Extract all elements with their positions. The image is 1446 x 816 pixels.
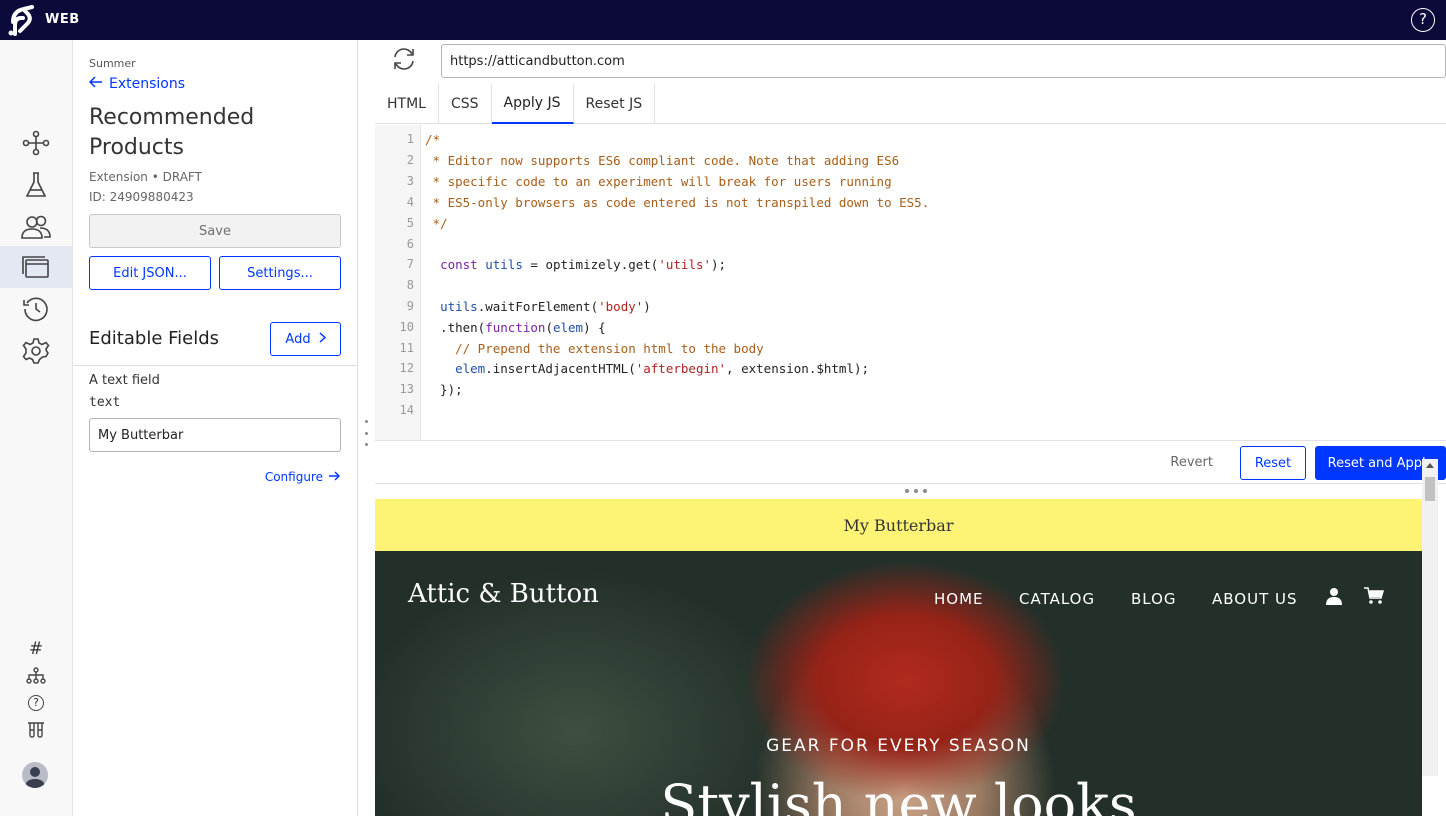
divider: [73, 365, 357, 366]
line-number: 4: [406, 195, 414, 209]
site-logo[interactable]: Attic & Button: [408, 579, 599, 609]
configure-link[interactable]: Configure: [265, 470, 340, 484]
line-number: 14: [399, 403, 414, 417]
product-name: WEB: [45, 12, 80, 27]
hash-icon[interactable]: #: [0, 638, 72, 660]
code-line: * ES5-only browsers as code entered is n…: [425, 195, 930, 210]
revert-button[interactable]: Revert: [1170, 455, 1213, 470]
line-number: 13: [399, 382, 414, 396]
extension-id: ID: 24909880423: [89, 190, 194, 204]
extension-status: Extension • DRAFT: [89, 170, 202, 184]
add-field-button[interactable]: Add: [270, 322, 341, 356]
url-bar: https://atticandbutton.com: [375, 40, 1446, 82]
tab-html[interactable]: HTML: [375, 84, 439, 124]
code-line: .then(function(elem) {: [425, 320, 606, 335]
page-title: Recommended Products: [89, 105, 255, 160]
line-number: 6: [406, 237, 414, 251]
left-nav-rail: # ?: [0, 40, 73, 816]
hero-tagline: GEAR FOR EVERY SEASON: [766, 736, 1031, 756]
code-line: elem.insertAdjacentHTML('afterbegin', ex…: [455, 361, 870, 376]
edit-json-button[interactable]: Edit JSON...: [89, 256, 211, 290]
code-line: */: [425, 216, 448, 231]
project-name: Summer: [89, 57, 136, 70]
back-to-extensions-link[interactable]: Extensions: [88, 76, 186, 92]
help-icon[interactable]: ?: [0, 692, 72, 714]
line-number: 1: [406, 132, 414, 146]
code-editor[interactable]: 1 2 3 4 5 6 7 8 9 10 11 12 13 14 /* * Ed…: [375, 125, 1446, 440]
nav-blog[interactable]: BLOG: [1131, 590, 1177, 608]
add-button-label: Add: [285, 331, 311, 347]
line-number: 7: [406, 257, 414, 271]
account-icon[interactable]: [1325, 587, 1343, 609]
field-type: text: [89, 395, 121, 410]
chevron-right-icon: [319, 331, 326, 347]
line-number: 10: [399, 320, 414, 334]
flask-icon[interactable]: [0, 164, 72, 206]
line-number: 3: [406, 174, 414, 188]
editable-fields-heading: Editable Fields: [89, 328, 220, 349]
reset-button[interactable]: Reset: [1240, 446, 1306, 480]
line-number: 5: [406, 216, 414, 230]
preview-resize-handle[interactable]: [905, 488, 927, 494]
nav-catalog[interactable]: CATALOG: [1019, 590, 1095, 608]
editor-area: https://atticandbutton.com HTML CSS Appl…: [375, 40, 1446, 816]
hero-headline: Stylish new looks: [660, 773, 1137, 816]
line-number: 2: [406, 153, 414, 167]
code-line: utils.waitForElement('body'): [440, 299, 651, 314]
back-link-label: Extensions: [109, 76, 186, 92]
optimizely-logo-icon[interactable]: [6, 3, 38, 37]
code-line: });: [425, 382, 463, 397]
panel-resize-handle[interactable]: [362, 420, 370, 446]
field-label: A text field: [89, 373, 160, 388]
tab-css[interactable]: CSS: [439, 84, 492, 124]
scroll-up-arrow[interactable]: [1426, 463, 1434, 468]
branch-icon[interactable]: [0, 122, 72, 164]
refresh-icon[interactable]: [391, 46, 417, 72]
tab-apply-js[interactable]: Apply JS: [491, 84, 574, 124]
line-number: 9: [406, 299, 414, 313]
settings-button[interactable]: Settings...: [219, 256, 341, 290]
url-input[interactable]: https://atticandbutton.com: [441, 44, 1446, 78]
configure-label: Configure: [264, 470, 323, 484]
avatar[interactable]: [22, 762, 48, 788]
top-bar: WEB ?: [0, 0, 1446, 40]
code-line: /*: [425, 132, 441, 147]
hierarchy-icon[interactable]: [0, 665, 72, 687]
text-field-input[interactable]: My Butterbar: [89, 418, 341, 452]
hero-banner: Attic & Button HOME CATALOG BLOG ABOUT U…: [375, 551, 1422, 816]
history-icon[interactable]: [0, 288, 72, 330]
extension-panel: Summer Extensions Recommended Products E…: [73, 40, 358, 816]
question-circle-icon[interactable]: ?: [1411, 8, 1435, 32]
line-number: 8: [406, 278, 414, 292]
gear-icon[interactable]: [0, 330, 72, 372]
butterbar: My Butterbar: [375, 499, 1422, 551]
nav-home[interactable]: HOME: [934, 590, 984, 608]
code-tabs: HTML CSS Apply JS Reset JS: [375, 84, 1446, 124]
cart-icon[interactable]: [1364, 587, 1384, 609]
site-preview: My Butterbar Attic & Button HOME CATALOG…: [375, 499, 1422, 816]
beakers-icon[interactable]: [0, 719, 72, 741]
extensions-icon[interactable]: [0, 246, 72, 288]
editor-actions: Revert Reset Reset and Apply: [375, 440, 1446, 484]
code-line: const utils = optimizely.get('utils');: [440, 257, 727, 272]
line-number: 11: [399, 341, 414, 355]
line-number-gutter: 1 2 3 4 5 6 7 8 9 10 11 12 13 14: [375, 125, 421, 440]
arrow-right-icon: [328, 470, 340, 484]
preview-scrollbar[interactable]: [1422, 459, 1438, 776]
tab-reset-js[interactable]: Reset JS: [574, 84, 656, 124]
arrow-left-icon: [88, 76, 103, 92]
save-button[interactable]: Save: [89, 214, 341, 248]
nav-about-us[interactable]: ABOUT US: [1212, 590, 1298, 608]
code-line: // Prepend the extension html to the bod…: [425, 341, 764, 356]
code-line: * specific code to an experiment will br…: [425, 174, 892, 189]
scroll-thumb[interactable]: [1425, 477, 1435, 501]
users-icon[interactable]: [0, 206, 72, 248]
line-number: 12: [399, 361, 414, 375]
code-line: * Editor now supports ES6 compliant code…: [425, 153, 900, 168]
